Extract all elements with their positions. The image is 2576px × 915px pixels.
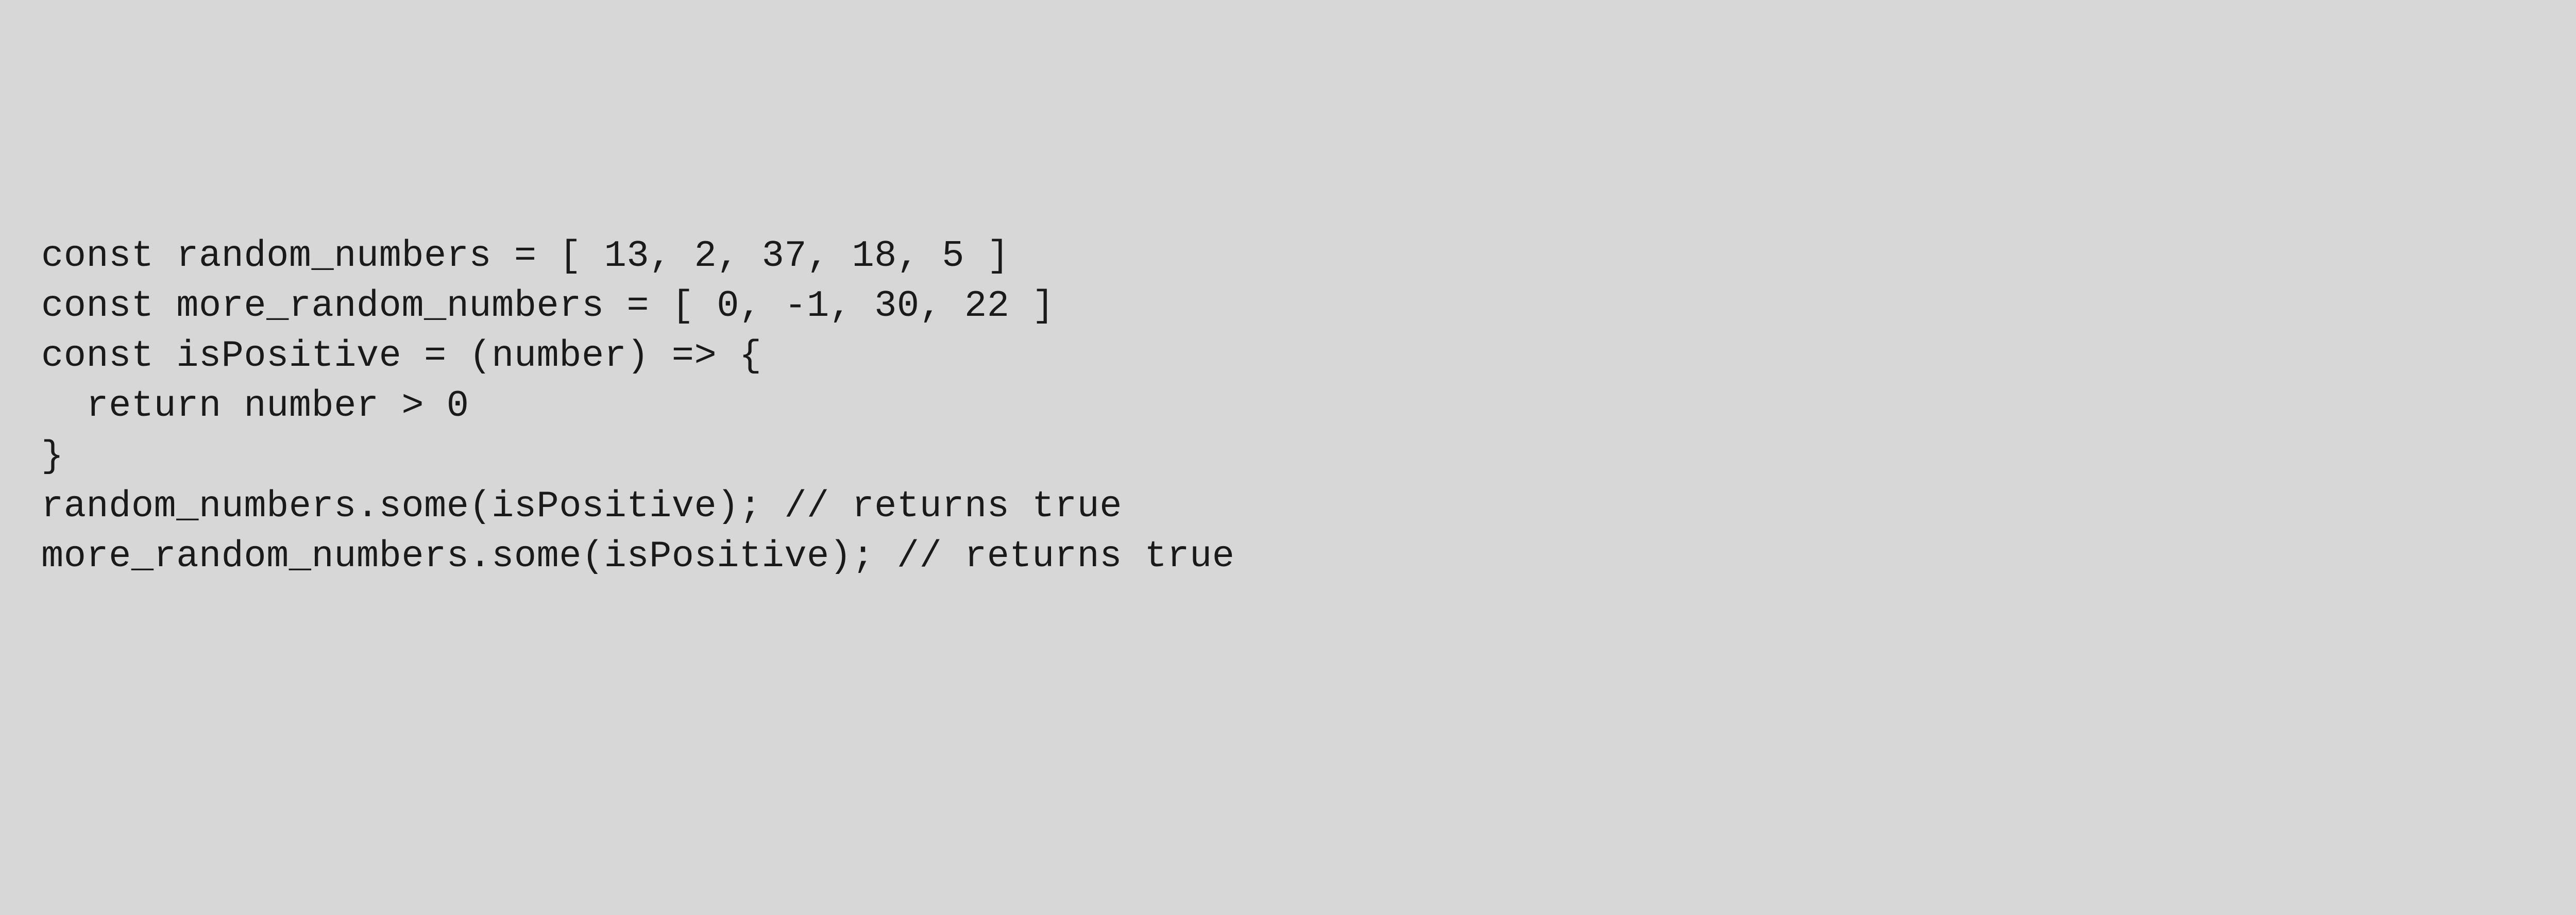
code-line-6: random_numbers.some(isPositive); // retu… <box>41 482 2535 532</box>
code-line-7: more_random_numbers.some(isPositive); //… <box>41 532 2535 582</box>
code-line-1: const random_numbers = [ 13, 2, 37, 18, … <box>41 231 2535 281</box>
code-line-4: return number > 0 <box>41 381 2535 431</box>
code-line-3: const isPositive = (number) => { <box>41 331 2535 381</box>
code-line-2: const more_random_numbers = [ 0, -1, 30,… <box>41 281 2535 331</box>
code-line-5: } <box>41 432 2535 482</box>
